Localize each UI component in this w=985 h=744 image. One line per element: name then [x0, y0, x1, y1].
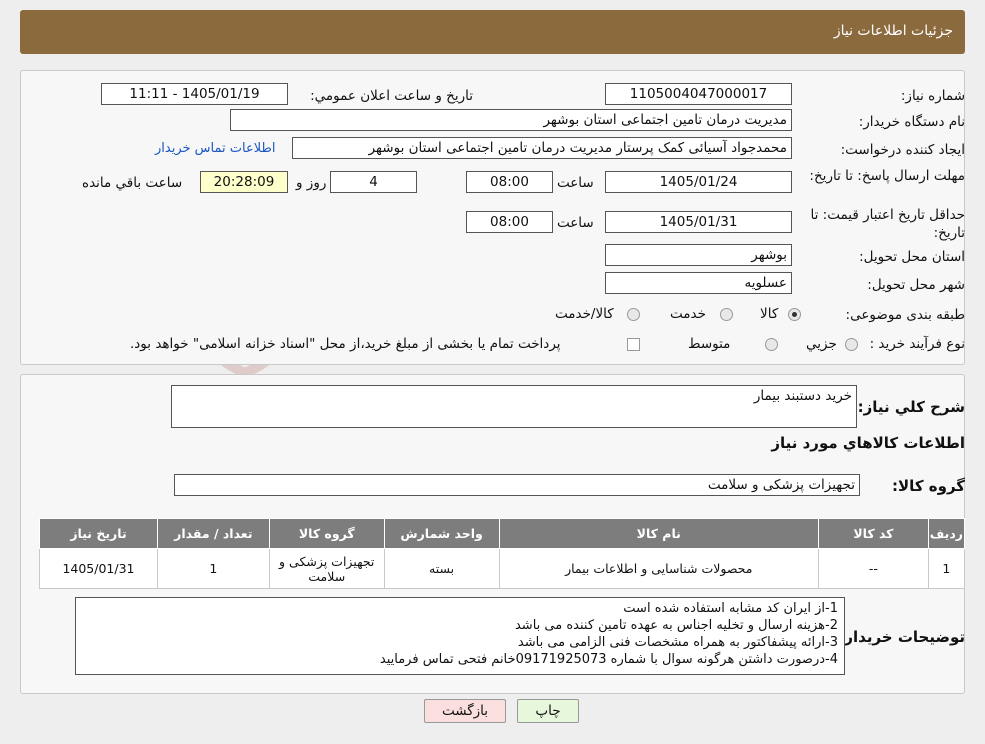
cell-unit: بسته: [383, 548, 500, 589]
validity-date-field[interactable]: 1405/01/31: [605, 211, 792, 233]
province-field[interactable]: بوشهر: [605, 244, 792, 266]
category-goods-service-label: کالا/خدمت: [555, 306, 614, 322]
note-line: 2-هزینه ارسال و تخلیه اجناس به عهده تامی…: [514, 618, 838, 633]
category-goods-radio[interactable]: [788, 308, 801, 321]
category-goods-service-radio[interactable]: [627, 308, 640, 321]
category-goods-label: کالا: [760, 306, 779, 322]
back-button[interactable]: بازگشت: [424, 699, 506, 723]
treasury-docs-note: پرداخت تمام يا بخشی از مبلغ خريد،از محل …: [130, 336, 561, 352]
announce-datetime-label: تاريخ و ساعت اعلان عمومي:: [310, 88, 473, 104]
buyer-contact-link[interactable]: اطلاعات تماس خريدار: [155, 141, 275, 156]
price-validity-label: حداقل تاريخ اعتبار قيمت: تا تاريخ:: [810, 207, 965, 241]
table-row: 1 -- محصولات شناسایی و اطلاعات بیمار بست…: [39, 548, 966, 589]
deadline-time-label: ساعت: [557, 175, 594, 191]
province-label: استان محل تحويل:: [859, 249, 965, 265]
creator-field[interactable]: محمدجواد آسیائی کمک پرستار مديريت درمان …: [292, 137, 792, 159]
treasury-docs-checkbox[interactable]: [627, 338, 640, 351]
days-remaining-field[interactable]: 4: [330, 171, 417, 193]
col-row: رديف: [927, 518, 966, 549]
purchase-medium-radio[interactable]: [765, 338, 778, 351]
cell-quantity: 1: [156, 548, 270, 589]
col-need-date: تاريخ نياز: [39, 518, 158, 549]
note-line: 1-از ایران کد مشابه استفاده شده است: [623, 601, 838, 616]
note-line: 3-ارائه پیشفاکتور به همراه مشخصات فنی ال…: [517, 635, 838, 650]
col-unit: واحد شمارش: [383, 518, 500, 549]
goods-table-header: رديف کد کالا نام کالا واحد شمارش گروه کا…: [39, 518, 966, 549]
col-quantity: تعداد / مقدار: [156, 518, 270, 549]
time-remaining-label: ساعت باقي مانده: [82, 175, 183, 191]
category-service-label: خدمت: [670, 306, 706, 322]
col-code: کد کالا: [817, 518, 929, 549]
buyer-contact-link-label: اطلاعات تماس خريدار: [155, 141, 276, 156]
cell-code: --: [817, 548, 929, 589]
purchase-minor-label: جزيي: [806, 336, 837, 352]
summary-label: شرح کلي نياز:: [857, 398, 965, 416]
buyer-notes-label: توضيحات خريدار:: [838, 628, 965, 646]
validity-time-label: ساعت: [557, 215, 594, 231]
goods-group-field[interactable]: تجهيزات پزشکی و سلامت: [174, 474, 860, 496]
city-field[interactable]: عسلويه: [605, 272, 792, 294]
page-title: جزئيات اطلاعات نياز: [833, 23, 953, 39]
days-label: روز و: [296, 175, 327, 191]
validity-time-field[interactable]: 08:00: [466, 211, 553, 233]
goods-table: رديف کد کالا نام کالا واحد شمارش گروه کا…: [39, 518, 966, 589]
col-name: نام کالا: [498, 518, 819, 549]
time-remaining-field[interactable]: 20:28:09: [200, 171, 288, 193]
cell-need-date: 1405/01/31: [39, 548, 158, 589]
page-header: جزئيات اطلاعات نياز: [20, 10, 965, 54]
goods-group-label: گروه کالا:: [892, 477, 965, 495]
print-button[interactable]: چاپ: [517, 699, 579, 723]
deadline-date-field[interactable]: 1405/01/24: [605, 171, 792, 193]
note-line: 4-درصورت داشتن هرگونه سوال با شماره 0917…: [379, 652, 838, 667]
cell-name: محصولات شناسایی و اطلاعات بیمار: [498, 548, 819, 589]
category-label: طبقه بندی موضوعی:: [845, 307, 965, 323]
need-number-field[interactable]: 1105004047000017: [605, 83, 792, 105]
cell-row: 1: [927, 548, 966, 589]
purchase-process-label: نوع فرآيند خريد :: [869, 336, 965, 352]
col-group: گروه کالا: [268, 518, 385, 549]
cell-group: تجهيزات پزشکی و سلامت: [268, 548, 385, 589]
category-service-radio[interactable]: [720, 308, 733, 321]
purchase-minor-radio[interactable]: [845, 338, 858, 351]
need-number-label: شماره نياز:: [900, 88, 965, 104]
buyer-org-label: نام دستگاه خريدار:: [858, 114, 965, 130]
city-label: شهر محل تحويل:: [867, 277, 965, 293]
creator-label: ايجاد کننده درخواست:: [840, 142, 965, 158]
goods-section-title: اطلاعات کالاهاي مورد نياز: [771, 434, 965, 452]
purchase-medium-label: متوسط: [688, 336, 731, 352]
deadline-time-field[interactable]: 08:00: [466, 171, 553, 193]
buyer-notes-textarea[interactable]: 1-از ایران کد مشابه استفاده شده است 2-هز…: [75, 597, 845, 675]
buyer-org-field[interactable]: مديريت درمان تامين اجتماعی استان بوشهر: [230, 109, 792, 131]
summary-textarea[interactable]: خريد دستبند بيمار: [171, 385, 857, 428]
deadline-label: مهلت ارسال پاسخ: تا تاريخ:: [809, 168, 965, 184]
announce-datetime-field[interactable]: 1405/01/19 - 11:11: [101, 83, 288, 105]
